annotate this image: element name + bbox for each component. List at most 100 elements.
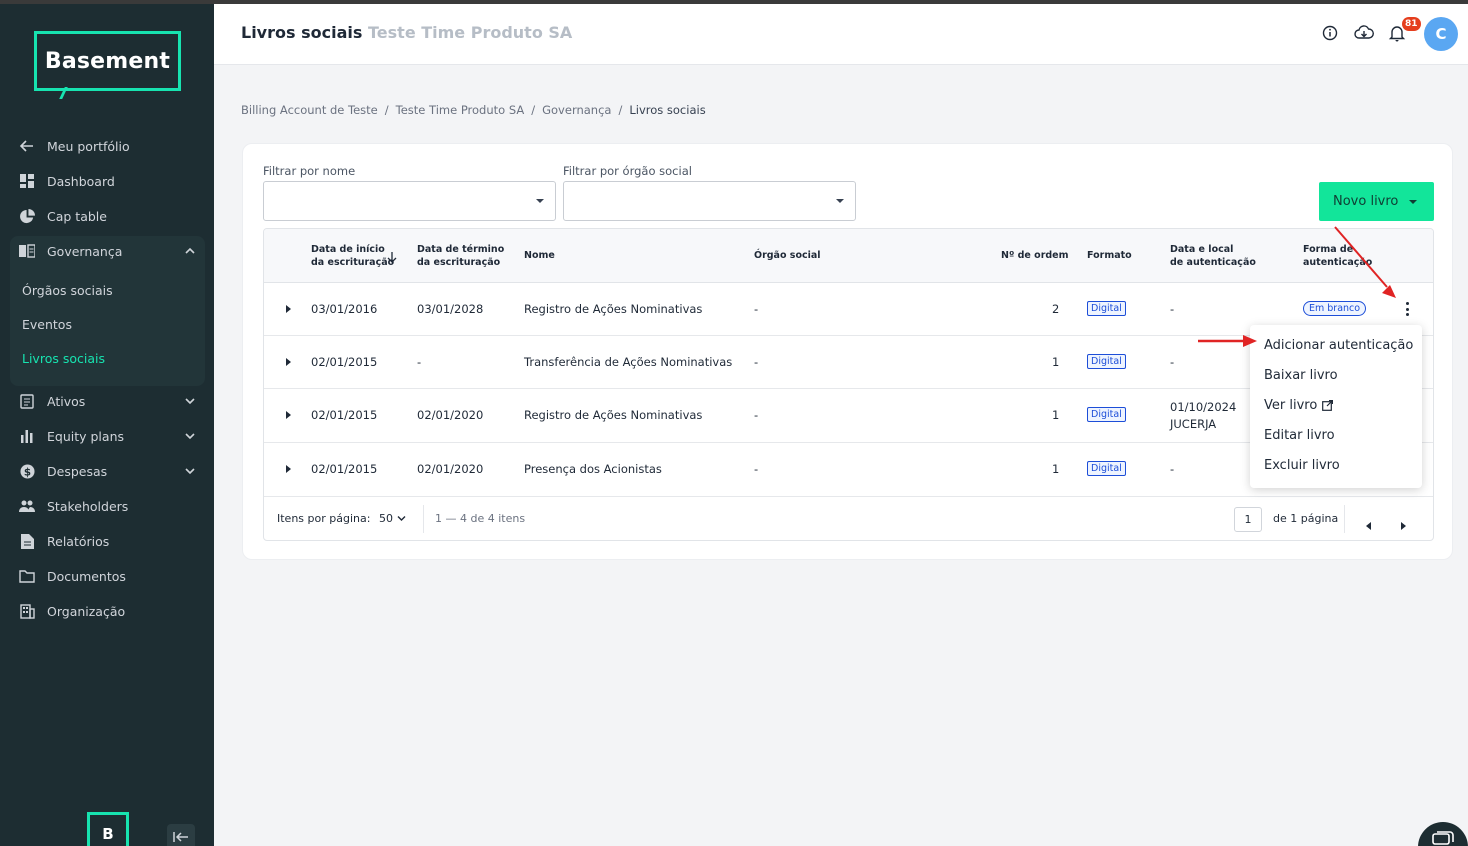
breadcrumb: Billing Account de Teste / Teste Time Pr… xyxy=(241,103,706,117)
sidebar-item-despesas[interactable]: $ Despesas xyxy=(18,459,195,483)
breadcrumb-separator: / xyxy=(531,103,536,117)
cell-start: 03/01/2016 xyxy=(311,302,378,316)
chevron-down-icon xyxy=(181,392,199,410)
chevron-down-icon xyxy=(397,512,406,525)
cell-name: Presença dos Acionistas xyxy=(524,462,662,476)
expand-row-icon[interactable] xyxy=(286,305,291,313)
items-range: 1 — 4 de 4 itens xyxy=(435,512,526,525)
next-page-icon[interactable] xyxy=(1400,515,1406,534)
cell-end: 02/01/2020 xyxy=(417,462,484,476)
novo-livro-label: Novo livro xyxy=(1333,194,1399,209)
chevron-down-icon xyxy=(181,427,199,445)
expand-row-icon[interactable] xyxy=(286,411,291,419)
company-name: Teste Time Produto SA xyxy=(368,23,573,42)
col-auth-form[interactable]: Forma de autenticação xyxy=(1303,243,1372,269)
sidebar-subitem-eventos[interactable]: Eventos xyxy=(22,317,72,332)
external-link-icon xyxy=(1322,400,1334,411)
breadcrumb-item[interactable]: Teste Time Produto SA xyxy=(396,103,525,117)
sidebar-item-governanca[interactable]: Governança xyxy=(18,239,195,263)
filter-organ-select[interactable] xyxy=(563,181,856,221)
menu-item-ver-livro[interactable]: Ver livro xyxy=(1264,398,1334,413)
col-end-date[interactable]: Data de término da escrituração xyxy=(417,243,504,269)
sidebar-item-stakeholders[interactable]: Stakeholders xyxy=(18,494,128,518)
format-tag: Digital xyxy=(1087,407,1126,422)
sidebar: Basement Meu portfólio Dashboard Cap tab… xyxy=(0,4,214,846)
avatar[interactable]: C xyxy=(1424,17,1458,51)
sidebar-item-label: Cap table xyxy=(47,208,107,224)
page-title: Livros sociais xyxy=(241,23,363,42)
breadcrumb-item[interactable]: Billing Account de Teste xyxy=(241,103,378,117)
dashboard-icon xyxy=(18,172,36,190)
sidebar-item-cap-table[interactable]: Cap table xyxy=(18,204,107,228)
sidebar-item-ativos[interactable]: Ativos xyxy=(18,389,195,413)
chevron-up-icon xyxy=(181,242,199,260)
cell-order: 1 xyxy=(1052,408,1060,422)
cell-auth-date: 01/10/2024 xyxy=(1170,400,1237,414)
col-start-date[interactable]: Data de início da escrituração xyxy=(311,243,394,269)
cell-auth-place: JUCERJA xyxy=(1170,417,1217,431)
chevron-down-icon xyxy=(181,462,199,480)
breadcrumb-item[interactable]: Governança xyxy=(542,103,611,117)
menu-item-baixar-livro[interactable]: Baixar livro xyxy=(1264,368,1338,383)
sidebar-item-label: Dashboard xyxy=(47,173,115,189)
expand-row-icon[interactable] xyxy=(286,358,291,366)
per-page-select[interactable]: 50 xyxy=(379,512,406,525)
sidebar-item-label: Ativos xyxy=(47,393,86,409)
sort-arrow-down-icon[interactable] xyxy=(387,249,397,268)
sidebar-item-label: Equity plans xyxy=(47,428,125,444)
collapse-sidebar-button[interactable] xyxy=(167,824,195,846)
expand-row-icon[interactable] xyxy=(286,465,291,473)
filter-name-select[interactable] xyxy=(263,181,556,221)
page-number-input[interactable]: 1 xyxy=(1234,507,1262,532)
cell-start: 02/01/2015 xyxy=(311,408,378,422)
menu-item-adicionar-autenticacao[interactable]: Adicionar autenticação xyxy=(1264,338,1413,353)
basement-logo[interactable]: Basement xyxy=(34,31,181,91)
novo-livro-button[interactable]: Novo livro xyxy=(1319,182,1434,221)
sidebar-subitem-orgaos-sociais[interactable]: Órgãos sociais xyxy=(22,283,113,298)
row-actions-menu: Adicionar autenticação Baixar livro Ver … xyxy=(1250,325,1422,488)
arrow-left-icon xyxy=(18,137,36,155)
info-icon[interactable] xyxy=(1321,24,1341,44)
cell-order: 2 xyxy=(1052,302,1060,316)
sidebar-item-relatorios[interactable]: Relatórios xyxy=(18,529,109,553)
cell-order: 1 xyxy=(1052,355,1060,369)
menu-item-excluir-livro[interactable]: Excluir livro xyxy=(1264,458,1340,473)
bar-chart-icon xyxy=(18,427,36,445)
col-name[interactable]: Nome xyxy=(524,249,555,262)
sidebar-item-label: Documentos xyxy=(47,568,126,584)
sidebar-item-label: Despesas xyxy=(47,463,108,479)
cell-name: Registro de Ações Nominativas xyxy=(524,302,703,316)
filter-name-label: Filtrar por nome xyxy=(263,164,356,178)
cell-start: 02/01/2015 xyxy=(311,462,378,476)
sidebar-item-organizacao[interactable]: Organização xyxy=(18,599,125,623)
sidebar-item-label: Stakeholders xyxy=(47,498,129,514)
sidebar-item-meu-portfolio[interactable]: Meu portfólio xyxy=(18,134,130,158)
cloud-download-icon[interactable] xyxy=(1354,24,1374,44)
collapse-left-icon xyxy=(173,828,189,846)
col-auth-date-place[interactable]: Data e local de autenticação xyxy=(1170,243,1256,269)
row-actions-kebab-icon[interactable] xyxy=(1404,302,1410,316)
sidebar-item-equity-plans[interactable]: Equity plans xyxy=(18,424,195,448)
cell-organ: - xyxy=(754,408,759,422)
book-icon xyxy=(18,242,36,260)
dollar-icon: $ xyxy=(18,462,36,480)
col-organ[interactable]: Órgão social xyxy=(754,249,821,262)
sidebar-item-dashboard[interactable]: Dashboard xyxy=(18,169,115,193)
sidebar-item-label: Relatórios xyxy=(47,533,110,549)
chat-widget-button[interactable] xyxy=(1418,822,1468,846)
cell-auth-date: - xyxy=(1170,302,1175,316)
menu-item-editar-livro[interactable]: Editar livro xyxy=(1264,428,1335,443)
sidebar-subitem-livros-sociais[interactable]: Livros sociais xyxy=(22,351,105,366)
collapsed-logo: B xyxy=(87,812,129,846)
breadcrumb-separator: / xyxy=(384,103,389,117)
col-order[interactable]: Nº de ordem xyxy=(1001,249,1069,262)
cell-auth-date: - xyxy=(1170,355,1175,369)
caret-down-icon xyxy=(536,199,544,203)
report-icon xyxy=(18,532,36,550)
sidebar-item-label: Organização xyxy=(47,603,126,619)
per-page-label: Itens por página: xyxy=(277,512,371,525)
format-tag: Digital xyxy=(1087,461,1126,476)
sidebar-item-documentos[interactable]: Documentos xyxy=(18,564,126,588)
prev-page-icon[interactable] xyxy=(1366,515,1372,534)
col-format[interactable]: Formato xyxy=(1087,249,1132,262)
